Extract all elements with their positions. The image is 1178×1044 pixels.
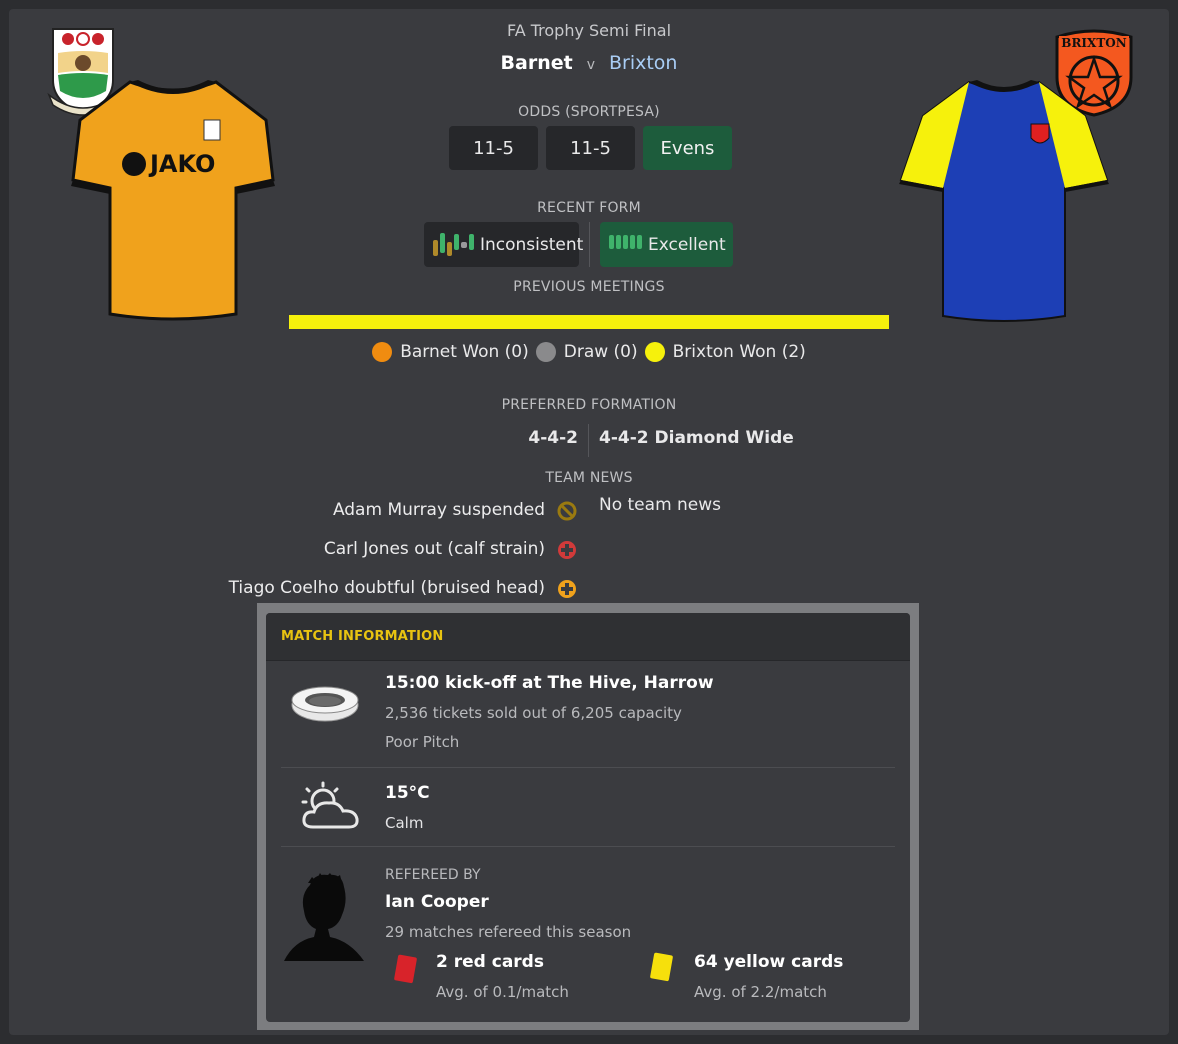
away-won-dot-icon (644, 342, 665, 362)
away-form-text: Excellent (648, 234, 726, 255)
form-divider (589, 222, 590, 267)
match-information-panel: MATCH INFORMATION 15:00 kick-off at The … (266, 613, 910, 1022)
red-cards-average: Avg. of 0.1/match (436, 983, 569, 1001)
red-card-icon (392, 953, 420, 989)
home-form-pill[interactable]: Inconsistent (424, 222, 583, 267)
home-news-item[interactable]: Adam Murray suspended (333, 500, 545, 520)
draw-dot-icon (535, 342, 556, 362)
referee-avatar[interactable] (284, 871, 366, 967)
pitch-condition: Poor Pitch (385, 733, 460, 751)
odds-draw[interactable]: 11-5 (546, 126, 635, 170)
match-information-header: MATCH INFORMATION (266, 613, 910, 661)
home-form-text: Inconsistent (480, 234, 584, 255)
home-news-item[interactable]: Carl Jones out (calf strain) (324, 539, 545, 559)
section-divider (281, 767, 895, 768)
inconsistent-form-icon (433, 232, 474, 256)
weather-cloud-sun-icon (299, 781, 363, 837)
preferred-formation-label: PREFERRED FORMATION (501, 397, 677, 413)
recent-form-label: RECENT FORM (537, 200, 641, 216)
versus-label: v (586, 57, 595, 73)
match-title: Barnet v Brixton (0, 52, 1178, 74)
home-won-dot-icon (372, 342, 393, 362)
injury-out-icon (557, 540, 577, 560)
odds-home-win[interactable]: 11-5 (449, 126, 538, 170)
refereed-by-label: REFEREED BY (385, 867, 481, 883)
stadium-icon (290, 683, 360, 729)
team-news-label: TEAM NEWS (545, 470, 633, 486)
away-team-link[interactable]: Brixton (609, 52, 678, 74)
kit-brand-text: JAKO (148, 150, 215, 178)
venue-title[interactable]: 15:00 kick-off at The Hive, Harrow (385, 673, 714, 693)
home-won-text: Barnet Won (0) (400, 342, 529, 362)
away-form-pill[interactable]: Excellent (600, 222, 733, 267)
yellow-cards-average: Avg. of 2.2/match (694, 983, 827, 1001)
red-cards-count: 2 red cards (436, 952, 544, 972)
wind-condition: Calm (385, 814, 424, 832)
referee-matches: 29 matches refereed this season (385, 923, 632, 941)
recent-form-row: Inconsistent Excellent (424, 222, 733, 267)
previous-meetings-label: PREVIOUS MEETINGS (513, 279, 665, 295)
formation-divider (588, 424, 589, 457)
yellow-cards-count: 64 yellow cards (694, 952, 844, 972)
suspended-icon (557, 501, 577, 521)
temperature: 15°C (385, 783, 430, 803)
tickets-info: 2,536 tickets sold out of 6,205 capacity (385, 704, 682, 722)
odds-away-win[interactable]: Evens (643, 126, 732, 170)
referee-name[interactable]: Ian Cooper (385, 892, 489, 912)
previous-meetings-bar[interactable] (289, 315, 889, 329)
home-news-item[interactable]: Tiago Coelho doubtful (bruised head) (229, 578, 545, 598)
odds-row: 11-5 11-5 Evens (449, 126, 732, 170)
competition-title: FA Trophy Semi Final (506, 21, 672, 40)
excellent-form-icon (609, 234, 642, 256)
doubtful-icon (557, 579, 577, 599)
away-formation: 4-4-2 Diamond Wide (599, 428, 794, 448)
draw-text: Draw (0) (563, 342, 638, 362)
odds-label: ODDS (SPORTPESA) (518, 104, 660, 120)
away-won-text: Brixton Won (2) (672, 342, 806, 362)
previous-meetings-legend: Barnet Won (0) Draw (0) Brixton Won (2) (0, 342, 1178, 362)
home-formation: 4-4-2 (528, 428, 578, 448)
section-divider (281, 846, 895, 847)
away-team-news: No team news (599, 495, 722, 515)
home-team-link[interactable]: Barnet (501, 52, 573, 74)
yellow-card-icon (648, 951, 676, 987)
